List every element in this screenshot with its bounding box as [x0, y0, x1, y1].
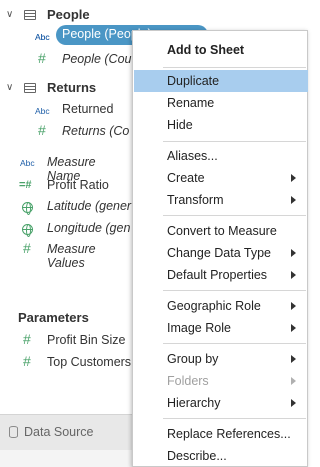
field-profit-ratio[interactable]: Profit Ratio — [47, 178, 109, 192]
menu-separator — [163, 343, 306, 344]
field-returned[interactable]: Returned — [62, 102, 113, 116]
menu-item-folders: Folders — [134, 370, 308, 392]
table-icon — [24, 83, 36, 93]
menu-item-label: Rename — [167, 96, 215, 110]
string-type-icon-selected: Abc — [35, 32, 50, 42]
menu-item-duplicate[interactable]: Duplicate — [134, 70, 308, 92]
number-type-icon: # — [23, 353, 31, 369]
menu-item-transform[interactable]: Transform — [134, 189, 308, 211]
field-measure-values[interactable]: Measure Values — [47, 242, 132, 270]
field-longitude[interactable]: Longitude (gen — [47, 221, 130, 235]
menu-item-label: Hide — [167, 118, 193, 132]
menu-item-label: Convert to Measure — [167, 224, 277, 238]
number-type-icon: # — [38, 50, 46, 66]
string-type-icon: Abc — [35, 106, 50, 116]
context-menu: Add to Sheet Duplicate Rename Hide Alias… — [132, 30, 308, 467]
menu-separator — [163, 141, 306, 142]
menu-item-label: Geographic Role — [167, 299, 261, 313]
menu-item-replace-references[interactable]: Replace References... — [134, 423, 308, 445]
menu-item-add-to-sheet[interactable]: Add to Sheet — [134, 39, 308, 61]
menu-item-hide[interactable]: Hide — [134, 114, 308, 136]
field-returns-count[interactable]: Returns (Co — [62, 124, 129, 138]
group-people-title[interactable]: People — [47, 7, 90, 22]
menu-separator — [163, 290, 306, 291]
globe-icon — [22, 224, 33, 237]
menu-item-create[interactable]: Create — [134, 167, 308, 189]
menu-item-geographic-role[interactable]: Geographic Role — [134, 295, 308, 317]
group-returns-title[interactable]: Returns — [47, 80, 96, 95]
menu-item-change-data-type[interactable]: Change Data Type — [134, 242, 308, 264]
globe-icon — [22, 202, 33, 215]
menu-item-describe[interactable]: Describe... — [134, 445, 308, 467]
number-type-icon: # — [23, 331, 31, 347]
calculated-field-icon: =# — [19, 179, 32, 191]
submenu-arrow-icon — [291, 271, 296, 279]
menu-item-label: Aliases... — [167, 149, 218, 163]
menu-item-label: Duplicate — [167, 74, 220, 88]
parameters-title: Parameters — [18, 310, 89, 325]
field-people-count[interactable]: People (Cou — [62, 52, 132, 66]
menu-item-label: Transform — [167, 193, 224, 207]
string-type-icon: Abc — [20, 158, 35, 168]
status-strip — [0, 450, 132, 467]
collapse-chevron-icon[interactable]: ∨ — [6, 82, 16, 93]
submenu-arrow-icon — [291, 174, 296, 182]
menu-item-aliases[interactable]: Aliases... — [134, 145, 308, 167]
submenu-arrow-icon — [291, 302, 296, 310]
menu-separator — [163, 67, 306, 68]
submenu-arrow-icon — [291, 249, 296, 257]
submenu-arrow-icon — [291, 377, 296, 385]
submenu-arrow-icon — [291, 399, 296, 407]
menu-item-hierarchy[interactable]: Hierarchy — [134, 392, 308, 414]
field-latitude[interactable]: Latitude (gener — [47, 199, 131, 213]
menu-item-label: Change Data Type — [167, 246, 272, 260]
menu-item-label: Replace References... — [167, 427, 291, 441]
menu-item-label: Hierarchy — [167, 396, 221, 410]
menu-item-group-by[interactable]: Group by — [134, 348, 308, 370]
submenu-arrow-icon — [291, 196, 296, 204]
menu-separator — [163, 418, 306, 419]
menu-item-label: Create — [167, 171, 205, 185]
menu-item-label: Default Properties — [167, 268, 268, 282]
submenu-arrow-icon — [291, 355, 296, 363]
parameter-profit-bin-size[interactable]: Profit Bin Size — [47, 333, 126, 347]
parameter-top-customers[interactable]: Top Customers — [47, 355, 131, 369]
data-source-tab-label[interactable]: Data Source — [24, 425, 93, 439]
menu-item-rename[interactable]: Rename — [134, 92, 308, 114]
table-icon — [24, 10, 36, 20]
menu-item-image-role[interactable]: Image Role — [134, 317, 308, 339]
menu-item-default-properties[interactable]: Default Properties — [134, 264, 308, 286]
menu-item-label: Folders — [167, 374, 209, 388]
database-icon — [9, 426, 18, 438]
collapse-chevron-icon[interactable]: ∨ — [6, 9, 16, 20]
menu-item-label: Group by — [167, 352, 219, 366]
menu-item-convert-to-measure[interactable]: Convert to Measure — [134, 220, 308, 242]
menu-item-label: Describe... — [167, 449, 227, 463]
number-type-icon: # — [23, 240, 31, 256]
menu-item-label: Add to Sheet — [167, 43, 245, 57]
submenu-arrow-icon — [291, 324, 296, 332]
menu-separator — [163, 215, 306, 216]
number-type-icon: # — [38, 122, 46, 138]
data-pane: ∨ People Abc # People (Cou ∨ Returns Abc… — [0, 0, 132, 467]
menu-item-label: Image Role — [167, 321, 231, 335]
